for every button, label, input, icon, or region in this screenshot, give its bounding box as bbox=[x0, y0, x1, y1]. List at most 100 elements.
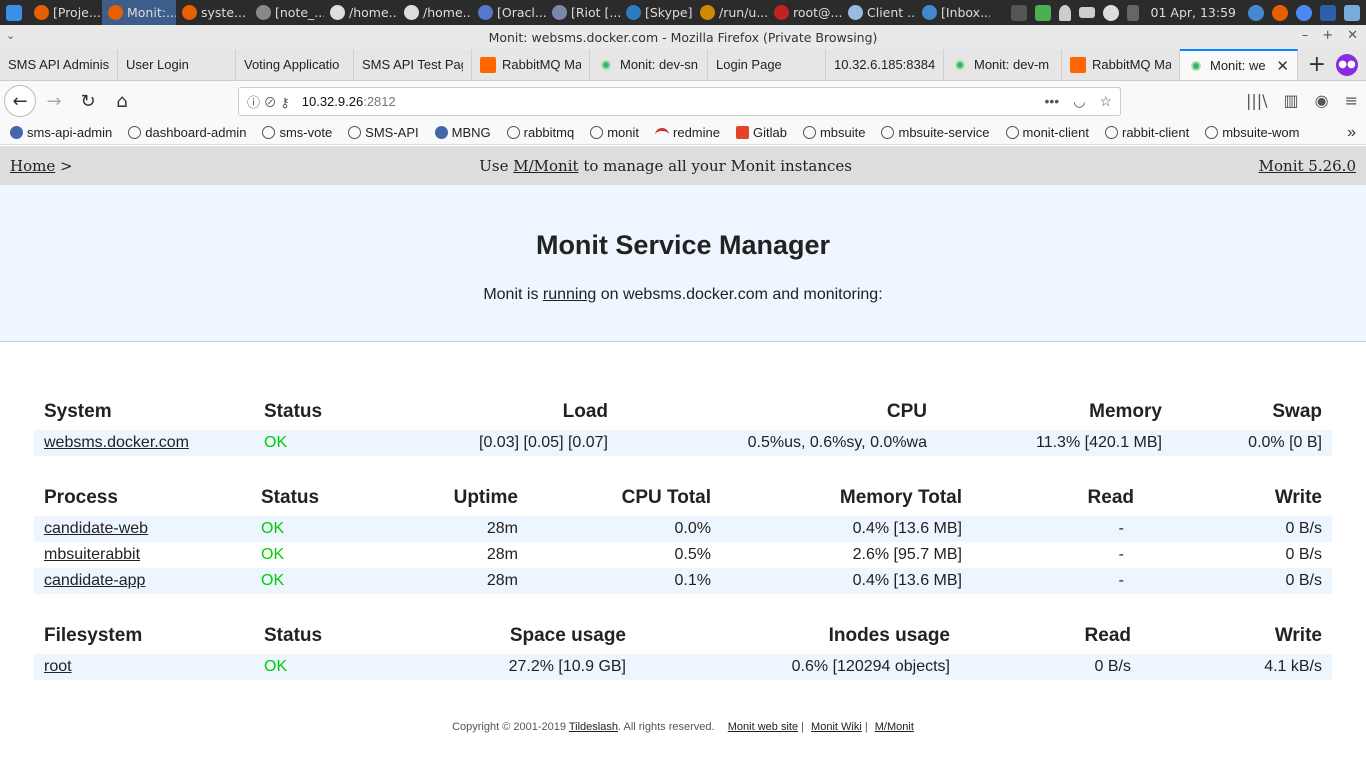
browser-tab[interactable]: SMS API Administ bbox=[0, 49, 118, 80]
url-bar[interactable]: ⓘ ⊘ ⚷ 10.32.9.26:2812 ••• ◡ ☆ bbox=[238, 87, 1121, 116]
url-port: :2812 bbox=[363, 94, 396, 109]
taskbar-task[interactable]: /run/u... bbox=[694, 0, 768, 25]
taskbar-task[interactable]: syste... bbox=[176, 0, 250, 25]
running-link[interactable]: running bbox=[543, 286, 596, 303]
page-actions-ellipsis-icon[interactable]: ••• bbox=[1045, 93, 1060, 110]
browser-tab[interactable]: RabbitMQ Ma bbox=[1062, 49, 1180, 80]
tab-label: Monit: dev-m bbox=[974, 57, 1050, 72]
insecure-lock-icon[interactable]: ⓘ ⊘ ⚷ bbox=[247, 92, 290, 111]
bookmark-item[interactable]: redmine bbox=[645, 125, 726, 140]
globe-icon bbox=[506, 126, 520, 139]
app-icon bbox=[404, 5, 419, 20]
tildeslash-link[interactable]: Tildeslash bbox=[569, 721, 618, 733]
url-host: 10.32.9.26 bbox=[301, 94, 364, 109]
clock[interactable]: 01 Apr, 13:59 bbox=[1151, 5, 1236, 20]
taskbar-task[interactable]: [Oracl... bbox=[472, 0, 546, 25]
account-icon[interactable]: ◉ bbox=[1315, 91, 1329, 110]
globe-icon bbox=[348, 126, 362, 139]
volume-muted-icon[interactable] bbox=[1126, 4, 1139, 21]
window-menu-chevron-icon[interactable]: ⌄ bbox=[6, 29, 15, 42]
taskbar-task[interactable]: /home... bbox=[398, 0, 472, 25]
r-app-icon[interactable] bbox=[1320, 4, 1336, 21]
monit-version-link[interactable]: Monit 5.26.0 bbox=[1259, 157, 1356, 175]
bookmark-star-icon[interactable]: ☆ bbox=[1099, 93, 1112, 110]
load-col-header: Load bbox=[562, 401, 608, 422]
bookmark-item[interactable]: dashboard-admin bbox=[118, 125, 252, 140]
network-arrows-icon[interactable] bbox=[1010, 4, 1027, 21]
bookmark-item[interactable]: MBNG bbox=[425, 125, 497, 140]
gear-app-icon[interactable] bbox=[1344, 4, 1360, 21]
taskbar-task[interactable]: root@... bbox=[768, 0, 842, 25]
close-window-icon[interactable]: ✕ bbox=[1347, 28, 1358, 43]
notification-bell-icon[interactable] bbox=[1058, 4, 1071, 21]
process-name-link[interactable]: candidate-web bbox=[44, 520, 148, 537]
minimize-window-icon[interactable]: – bbox=[1302, 28, 1309, 43]
home-link[interactable]: Home bbox=[10, 157, 55, 175]
mmonit-footer-link[interactable]: M/Monit bbox=[875, 721, 914, 733]
status-col-header: Status bbox=[261, 487, 320, 508]
home-icon[interactable]: ⌂ bbox=[106, 85, 138, 117]
monit-website-link[interactable]: Monit web site bbox=[728, 721, 798, 733]
battery-power-icon[interactable] bbox=[1102, 4, 1119, 21]
taskbar-task[interactable]: [Inbox... bbox=[916, 0, 990, 25]
chrome-launcher-icon[interactable] bbox=[1296, 4, 1312, 21]
taskbar-task[interactable]: [Skype] bbox=[620, 0, 694, 25]
mail-icon[interactable] bbox=[1078, 7, 1095, 18]
bookmark-item[interactable]: Gitlab bbox=[726, 125, 793, 140]
taskbar-task[interactable]: [Riot [... bbox=[546, 0, 620, 25]
back-arrow-icon[interactable]: ← bbox=[4, 85, 36, 117]
forward-arrow-icon[interactable]: → bbox=[38, 85, 70, 117]
bookmark-item[interactable]: SMS-API bbox=[338, 125, 424, 140]
firefox-launcher-icon[interactable] bbox=[1272, 4, 1288, 21]
filesystem-name-link[interactable]: root bbox=[44, 658, 72, 675]
browser-tab[interactable]: Voting Applicatio bbox=[236, 49, 354, 80]
bookmark-item[interactable]: mbsuite-service bbox=[871, 125, 995, 140]
browser-tab[interactable]: Monit: we ✕ bbox=[1180, 49, 1298, 80]
library-icon[interactable]: |||\ bbox=[1246, 91, 1268, 110]
hamburger-menu-icon[interactable]: ≡ bbox=[1345, 91, 1358, 110]
application-launcher-button[interactable] bbox=[0, 0, 28, 25]
bookmark-item[interactable]: rabbitmq bbox=[497, 125, 581, 140]
browser-tab[interactable]: Monit: dev-sn bbox=[590, 49, 708, 80]
bookmark-item[interactable]: sms-api-admin bbox=[0, 125, 118, 140]
monit-wiki-link[interactable]: Monit Wiki bbox=[811, 721, 862, 733]
browser-tab[interactable]: RabbitMQ Ma bbox=[472, 49, 590, 80]
tab-list: SMS API Administ User Login Voting Applica… bbox=[0, 49, 1298, 80]
system-name-link[interactable]: websms.docker.com bbox=[44, 434, 189, 451]
chat-app-icon[interactable] bbox=[1248, 4, 1264, 21]
app-icon bbox=[848, 5, 863, 20]
browser-tab[interactable]: SMS API Test Pag bbox=[354, 49, 472, 80]
process-name-link[interactable]: candidate-app bbox=[44, 572, 145, 589]
taskbar-task[interactable]: Monit:... bbox=[102, 0, 176, 25]
update-check-icon[interactable] bbox=[1034, 4, 1051, 21]
taskbar-task[interactable]: Client ... bbox=[842, 0, 916, 25]
bookmark-item[interactable]: mbsuite bbox=[793, 125, 872, 140]
status-badge: OK bbox=[251, 516, 401, 542]
bookmark-item[interactable]: rabbit-client bbox=[1095, 125, 1195, 140]
bookmark-item[interactable]: monit-client bbox=[996, 125, 1095, 140]
taskbar-task[interactable]: /home... bbox=[324, 0, 398, 25]
bookmark-item[interactable]: sms-vote bbox=[252, 125, 338, 140]
tab-label: Login Page bbox=[716, 57, 782, 72]
maximize-window-icon[interactable]: + bbox=[1322, 28, 1333, 43]
taskbar-task[interactable]: [Proje... bbox=[28, 0, 102, 25]
bookmark-item[interactable]: monit bbox=[580, 125, 645, 140]
browser-tab[interactable]: 10.32.6.185:8384/ bbox=[826, 49, 944, 80]
bookmark-item[interactable]: mbsuite-wom bbox=[1195, 125, 1305, 140]
tab-label: SMS API Test Pag bbox=[362, 57, 463, 72]
close-tab-icon[interactable]: ✕ bbox=[1276, 57, 1289, 75]
tab-label: Voting Applicatio bbox=[244, 57, 340, 72]
browser-tab[interactable]: User Login bbox=[118, 49, 236, 80]
taskbar-task[interactable]: [note_... bbox=[250, 0, 324, 25]
mmonit-link[interactable]: M/Monit bbox=[513, 157, 578, 175]
pocket-icon[interactable]: ◡ bbox=[1073, 93, 1085, 110]
taskbar-task-label: Monit:... bbox=[127, 5, 176, 20]
new-tab-plus-icon[interactable]: + bbox=[1308, 53, 1326, 76]
browser-tab[interactable]: Login Page bbox=[708, 49, 826, 80]
sidebar-icon[interactable]: ▥ bbox=[1284, 91, 1299, 110]
more-bookmarks-chevron-icon[interactable]: » bbox=[1347, 124, 1366, 142]
system-tray: 01 Apr, 13:59 bbox=[1010, 0, 1366, 25]
process-name-link[interactable]: mbsuiterabbit bbox=[44, 546, 140, 563]
reload-icon[interactable]: ↻ bbox=[72, 85, 104, 117]
browser-tab[interactable]: Monit: dev-m bbox=[944, 49, 1062, 80]
